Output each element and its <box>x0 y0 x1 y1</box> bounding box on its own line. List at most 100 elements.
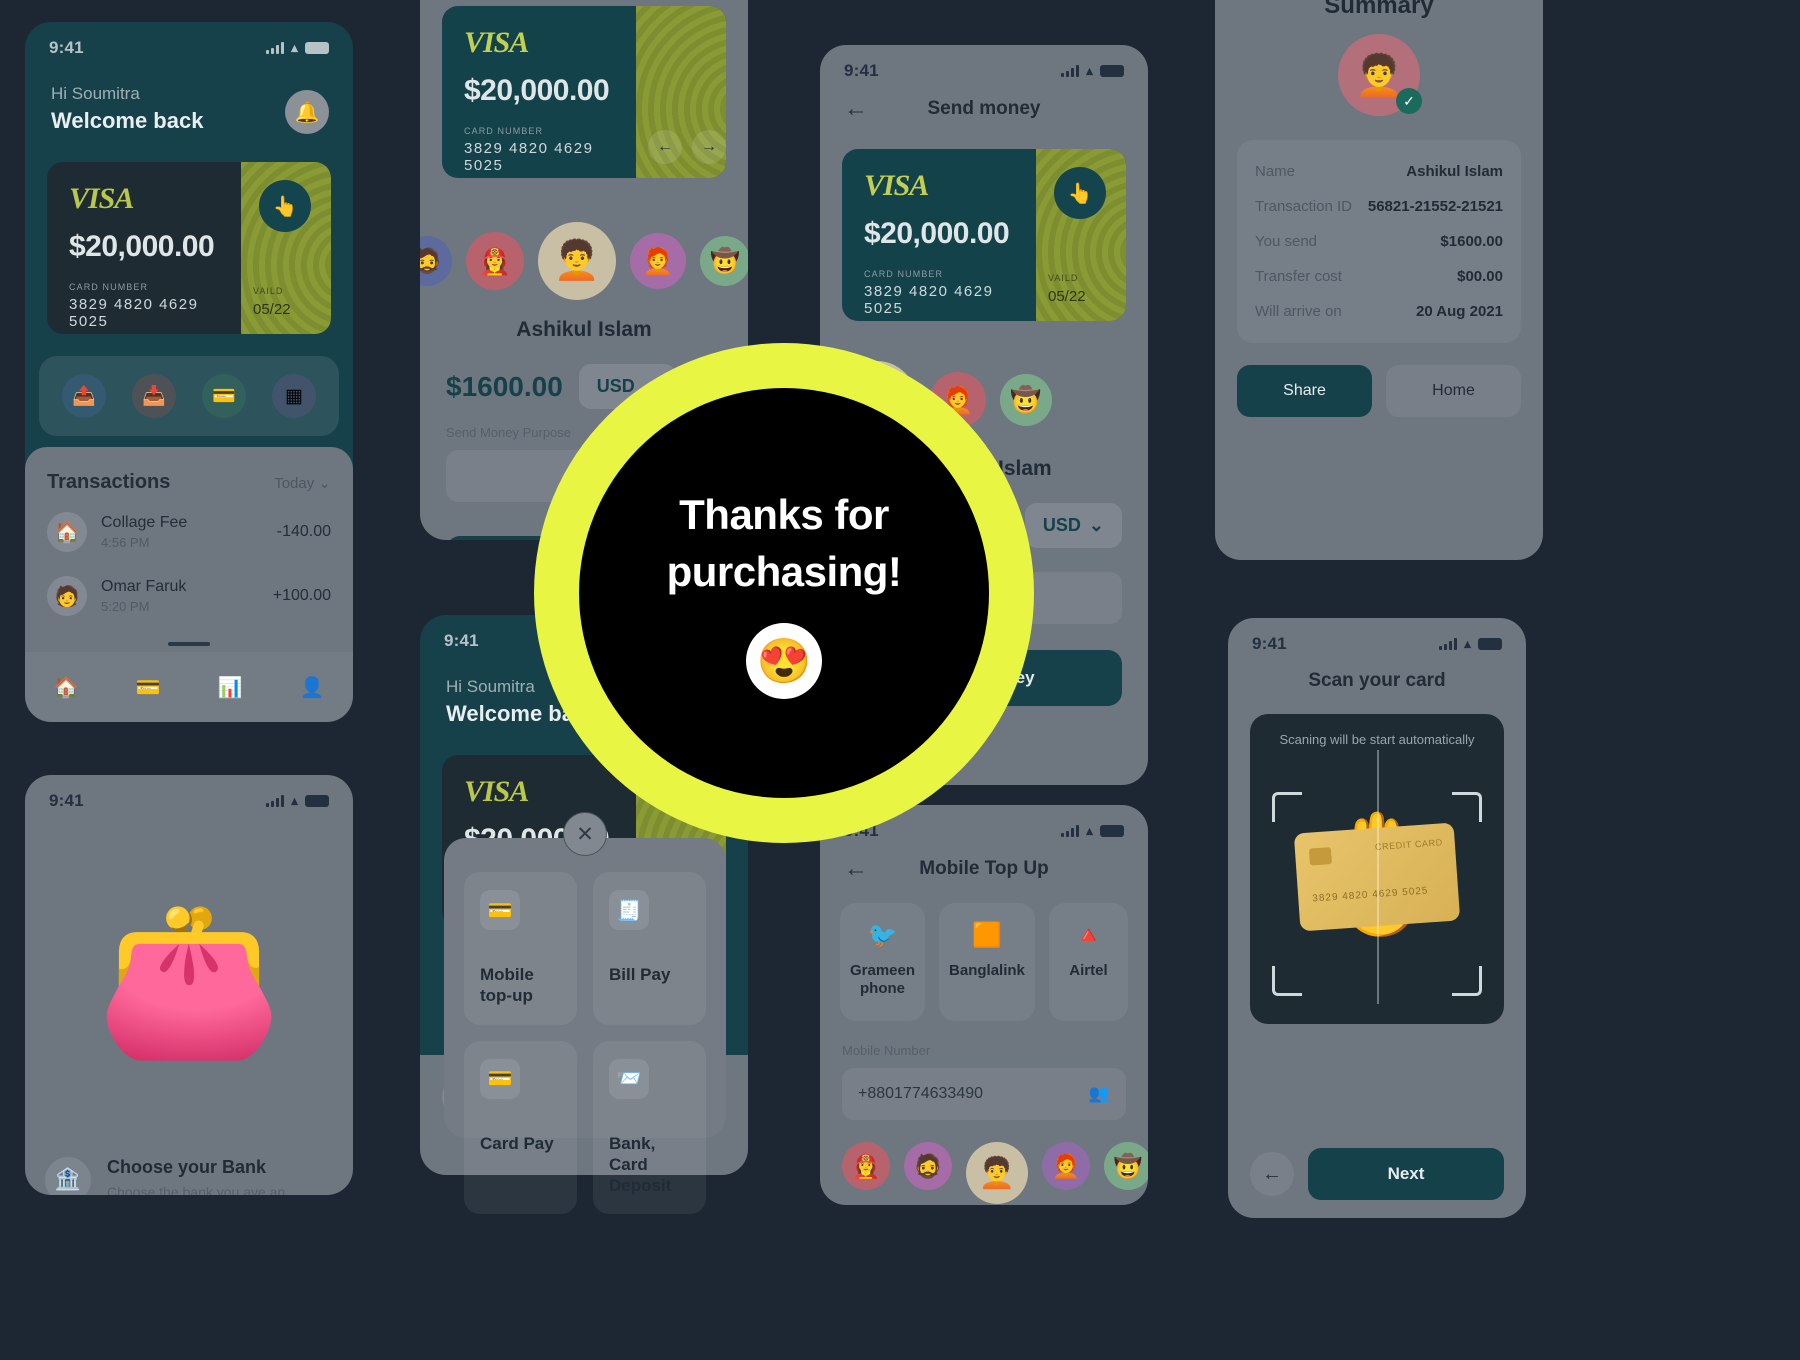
summary-label: Transfer cost <box>1255 268 1342 285</box>
summary-label: Will arrive on <box>1255 303 1342 320</box>
status-time: 9:41 <box>844 61 879 80</box>
page-title: Send money <box>927 98 1041 119</box>
tab-profile[interactable]: 👤 <box>300 675 325 700</box>
status-icons: ▴ <box>1061 63 1124 79</box>
payment-option-bill-pay[interactable]: 🧾 Bill Pay <box>593 872 706 1025</box>
payment-option-card-pay[interactable]: 💳 Card Pay <box>464 1040 577 1215</box>
card-valid: 05/22 <box>1048 288 1086 305</box>
avatar[interactable]: 🧑‍🦱 <box>966 1142 1028 1204</box>
signal-icon <box>266 42 285 54</box>
contact-name: Ashikul Islam <box>516 318 652 341</box>
thanks-badge-text: Thanks for purchasing! <box>643 487 926 600</box>
bill-pay-icon: 🧾 <box>609 890 649 930</box>
mobile-number-input[interactable]: +8801774633490 👥 <box>842 1068 1126 1120</box>
back-button[interactable]: ← <box>1250 1152 1294 1196</box>
avatar[interactable]: 🤠 <box>700 236 748 286</box>
heart-eyes-icon: 😍 <box>756 636 812 686</box>
card-number-label: CARD NUMBER <box>464 126 544 136</box>
card-pay-icon: 💳 <box>480 1058 520 1099</box>
card-type-label: CREDIT CARD <box>1374 837 1444 853</box>
tab-stats[interactable]: 📊 <box>218 675 243 700</box>
currency-selector[interactable]: USD ⌄ <box>1024 503 1122 548</box>
share-button[interactable]: Share <box>1237 365 1372 417</box>
operator-airtel[interactable]: 🔺 Airtel <box>1048 903 1128 1021</box>
card-left: VISA $20,000.00 CARD NUMBER 3829 4820 46… <box>442 6 636 178</box>
credit-card[interactable]: VISA $20,000.00 CARD NUMBER 3829 4820 46… <box>842 149 1126 321</box>
summary-value: $00.00 <box>1457 268 1503 285</box>
status-time: 9:41 <box>444 631 479 650</box>
avatar[interactable]: 🧑‍🦱 <box>538 222 616 300</box>
share-button-label: Share <box>1283 382 1326 399</box>
tab-cards[interactable]: 💳 <box>136 675 161 700</box>
avatar[interactable]: 👩‍🚒 <box>466 232 524 290</box>
avatar[interactable]: 🧑‍🦰 <box>630 233 686 289</box>
thanks-badge-inner: Thanks for purchasing! 😍 <box>579 388 989 798</box>
avatar[interactable]: 🤠 <box>1104 1142 1148 1190</box>
summary-value: Ashikul Islam <box>1406 163 1503 180</box>
contactless-icon[interactable]: 👆 <box>259 180 311 232</box>
avatar[interactable]: 🧑‍🦰 <box>1042 1142 1090 1190</box>
page-title: Mobile Top Up <box>919 858 1049 879</box>
status-icons: ▴ <box>266 793 329 809</box>
home-button-label: Home <box>1432 382 1475 399</box>
credit-card[interactable]: VISA $20,000.00 CARD NUMBER 3829 4820 46… <box>47 162 331 334</box>
card-balance: $20,000.00 <box>464 74 610 107</box>
avatar[interactable]: 👩‍🚒 <box>842 1142 890 1190</box>
choose-bank-screen: 9:41 ▴ 👛 🏦 Choose your Bank Choose the b… <box>25 775 353 1195</box>
scanned-card-number: 3829 4820 4629 5025 <box>1311 885 1429 905</box>
contactless-icon[interactable]: 👆 <box>1054 167 1106 219</box>
transaction-name: Omar Faruk <box>101 578 187 595</box>
quick-action-more[interactable]: ▦ <box>272 374 316 418</box>
currency-label: USD <box>1042 515 1081 535</box>
wifi-icon: ▴ <box>291 793 298 808</box>
scan-hint: Scaning will be start automatically <box>1279 732 1475 747</box>
scan-corner <box>1272 966 1302 996</box>
next-card-button[interactable]: → <box>692 130 726 164</box>
quick-action-send-money[interactable]: 📤 <box>62 374 106 418</box>
payment-option-bank-deposit[interactable]: 📨 Bank, Card Deposit <box>593 1040 706 1215</box>
next-button-label: Next <box>1387 1164 1425 1183</box>
battery-icon <box>1100 825 1124 837</box>
battery-icon <box>1100 65 1124 77</box>
avatar[interactable]: 🧔 <box>904 1142 952 1190</box>
contacts-icon[interactable]: 👥 <box>1089 1084 1110 1104</box>
card-chip-icon <box>1308 847 1332 866</box>
close-button[interactable]: ✕ <box>563 812 607 856</box>
amount-value: $1600.00 <box>446 370 563 402</box>
bell-icon: 🔔 <box>294 101 320 124</box>
choose-bank-row[interactable]: 🏦 Choose your Bank Choose the bank you a… <box>45 1145 333 1195</box>
avatar[interactable]: 🤠 <box>1000 374 1052 426</box>
tab-home[interactable]: 🏠 <box>54 675 79 700</box>
status-bar: 9:41 ▴ <box>1228 618 1526 658</box>
visa-logo: VISA <box>464 26 529 59</box>
wifi-icon: ▴ <box>1086 63 1093 78</box>
quick-action-wallet[interactable]: 💳 <box>202 374 246 418</box>
avatar[interactable]: 🧔 <box>420 236 452 286</box>
payment-options-grid: 💳 Mobile top-up 🧾 Bill Pay 💳 Card Pay 📨 … <box>444 838 726 1236</box>
airtel-icon: 🔺 <box>1073 922 1104 949</box>
payment-option-mobile-topup[interactable]: 💳 Mobile top-up <box>464 872 577 1025</box>
check-icon: ✓ <box>1396 88 1422 114</box>
table-row[interactable]: 🏠 Collage Fee 4:56 PM -140.00 <box>25 500 353 564</box>
heart-eyes-emoji-badge: 😍 <box>746 622 822 699</box>
mobile-topup-icon: 💳 <box>480 890 520 930</box>
page-title: Scan your card <box>1308 670 1446 691</box>
send-icon: 📤 <box>72 386 96 407</box>
home-screen: 9:41 ▴ Hi Soumitra Welcome back 🔔 VISA $… <box>25 22 353 722</box>
transactions-filter[interactable]: Today ⌄ <box>274 474 331 492</box>
table-row[interactable]: 🧑 Omar Faruk 5:20 PM +100.00 <box>25 564 353 628</box>
transaction-amount: +100.00 <box>272 587 331 604</box>
next-button[interactable]: Next <box>1308 1148 1504 1200</box>
notification-bell-button[interactable]: 🔔 <box>285 90 329 134</box>
quick-action-receive-money[interactable]: 📥 <box>132 374 176 418</box>
status-bar: 9:41 ▴ <box>25 22 353 62</box>
wallet-illustration: 👛 <box>25 815 353 1145</box>
back-icon: ← <box>1262 1162 1282 1185</box>
avatar-emoji: 🧑‍🦱 <box>1354 53 1404 98</box>
operator-grameenphone[interactable]: 🐦 Grameen phone <box>840 903 926 1021</box>
home-button[interactable]: Home <box>1386 365 1521 417</box>
operator-banglalink[interactable]: 🟧 Banglalink <box>939 903 1035 1021</box>
summary-label: Transaction ID <box>1255 198 1352 215</box>
thanks-line-1: Thanks for <box>679 491 889 539</box>
prev-card-button[interactable]: ← <box>648 130 682 164</box>
